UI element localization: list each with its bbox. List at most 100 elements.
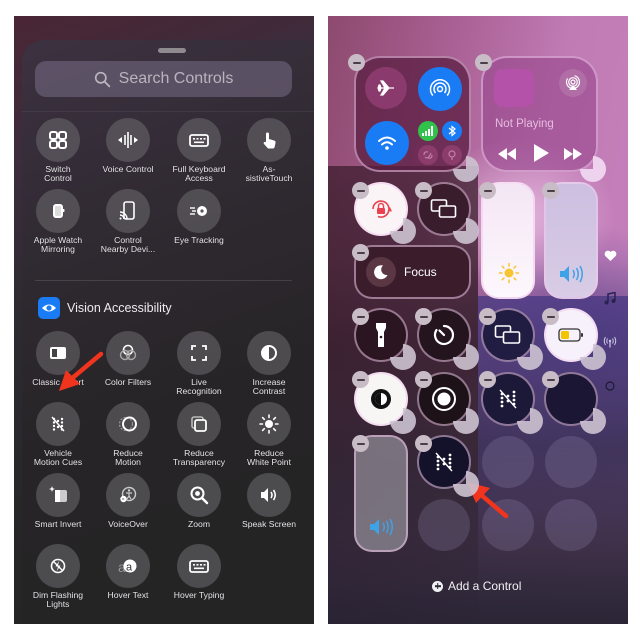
remove-control-button[interactable] bbox=[479, 308, 496, 325]
control-label: Apple Watch Mirroring bbox=[33, 235, 83, 254]
flashlight-icon bbox=[376, 323, 386, 347]
volume-slider-large[interactable] bbox=[354, 435, 408, 552]
fast-forward-icon bbox=[564, 148, 582, 160]
control-reduce-motion[interactable]: Reduce Motion bbox=[93, 402, 163, 467]
control-increase-contrast[interactable]: Increase Contrast bbox=[234, 331, 304, 396]
hover-typing-icon bbox=[189, 560, 209, 573]
control-circle bbox=[177, 189, 221, 233]
control-voice-control[interactable]: Voice Control bbox=[93, 118, 163, 174]
volume-slider[interactable] bbox=[544, 182, 598, 299]
remove-control-button[interactable] bbox=[542, 182, 559, 199]
airdrop-toggle[interactable] bbox=[418, 67, 462, 111]
control-vehicle-motion-cues[interactable]: Vehicle Motion Cues bbox=[23, 402, 93, 467]
page-indicator-connectivity[interactable] bbox=[602, 334, 618, 350]
section-header-vision-accessibility: Vision Accessibility bbox=[38, 297, 172, 319]
bluetooth-toggle[interactable] bbox=[442, 121, 462, 141]
control-voiceover[interactable]: VoiceOver bbox=[93, 473, 163, 529]
screen-mirroring-icon bbox=[494, 325, 521, 344]
remove-control-button[interactable] bbox=[415, 182, 432, 199]
empty-slot[interactable] bbox=[482, 436, 534, 488]
control-zoom[interactable]: Zoom bbox=[164, 473, 234, 529]
control-hover-text[interactable]: aa Hover Text bbox=[93, 544, 163, 600]
remove-control-button[interactable] bbox=[415, 371, 432, 388]
remove-control-button[interactable] bbox=[352, 371, 369, 388]
remove-control-button[interactable] bbox=[542, 308, 559, 325]
personal-hotspot-toggle[interactable] bbox=[442, 145, 462, 165]
remove-control-button[interactable] bbox=[415, 308, 432, 325]
add-control-label: Add a Control bbox=[448, 579, 522, 593]
control-label: Color Filters bbox=[104, 377, 152, 387]
previous-track-button[interactable] bbox=[497, 146, 517, 162]
classic-invert-icon bbox=[50, 347, 66, 359]
remove-control-button[interactable] bbox=[352, 435, 369, 452]
add-control-button[interactable]: Add a Control bbox=[432, 579, 521, 593]
page-indicator-empty[interactable] bbox=[602, 378, 618, 394]
vpn-toggle[interactable] bbox=[418, 145, 438, 165]
control-eye-tracking[interactable]: Eye Tracking bbox=[164, 189, 234, 245]
empty-slot[interactable] bbox=[545, 436, 597, 488]
remove-control-button[interactable] bbox=[352, 308, 369, 325]
now-playing-group[interactable]: Not Playing bbox=[481, 56, 598, 172]
empty-slot[interactable] bbox=[545, 499, 597, 551]
zoom-icon bbox=[190, 486, 209, 505]
control-apple-watch-mirroring[interactable]: Apple Watch Mirroring bbox=[23, 189, 93, 254]
control-circle: aa bbox=[106, 544, 150, 588]
control-dim-flashing-lights[interactable]: Dim Flashing Lights bbox=[23, 544, 93, 609]
empty-slot[interactable] bbox=[482, 499, 534, 551]
control-smart-invert[interactable]: Smart Invert bbox=[23, 473, 93, 529]
brightness-slider[interactable] bbox=[481, 182, 535, 299]
control-reduce-white-point[interactable]: Reduce White Point bbox=[234, 402, 304, 467]
heart-icon bbox=[604, 250, 616, 261]
control-color-filters[interactable]: Color Filters bbox=[93, 331, 163, 387]
control-circle bbox=[36, 118, 80, 162]
control-label: Hover Text bbox=[107, 590, 149, 600]
remove-control-button[interactable] bbox=[542, 371, 559, 388]
circle-icon bbox=[605, 381, 615, 391]
airplane-mode-toggle[interactable] bbox=[365, 67, 407, 109]
control-reduce-transparency[interactable]: Reduce Transparency bbox=[164, 402, 234, 467]
speak-screen-icon bbox=[261, 488, 277, 502]
focus-tile[interactable]: Focus bbox=[354, 245, 471, 299]
search-controls-input[interactable]: Search Controls bbox=[35, 61, 292, 97]
control-speak-screen[interactable]: Speak Screen bbox=[234, 473, 304, 529]
page-indicator-favorites[interactable] bbox=[602, 248, 618, 264]
page-indicator-music[interactable] bbox=[602, 290, 618, 306]
album-artwork bbox=[494, 69, 534, 107]
control-circle bbox=[106, 473, 150, 517]
control-circle bbox=[177, 118, 221, 162]
play-button[interactable] bbox=[531, 143, 551, 163]
cellular-toggle[interactable] bbox=[418, 121, 438, 141]
remove-control-button[interactable] bbox=[352, 182, 369, 199]
control-live-recognition[interactable]: Live Recognition bbox=[164, 331, 234, 396]
wifi-toggle[interactable] bbox=[365, 121, 409, 165]
remove-control-button[interactable] bbox=[352, 244, 369, 261]
remove-control-button[interactable] bbox=[415, 435, 432, 452]
dim-flashing-lights-icon bbox=[50, 558, 66, 574]
control-label: Speak Screen bbox=[242, 519, 296, 529]
remove-control-button[interactable] bbox=[348, 54, 365, 71]
remove-control-button[interactable] bbox=[479, 371, 496, 388]
control-label: Reduce Transparency bbox=[172, 448, 226, 467]
control-label: Control Nearby Devi... bbox=[100, 235, 156, 254]
connectivity-group[interactable] bbox=[354, 56, 471, 172]
focus-icon-circle bbox=[366, 257, 396, 287]
control-full-keyboard-access[interactable]: Full Keyboard Access bbox=[164, 118, 234, 183]
empty-slot[interactable] bbox=[418, 499, 470, 551]
switch-control-icon bbox=[49, 131, 67, 149]
airplay-button[interactable] bbox=[559, 69, 587, 97]
control-circle bbox=[247, 402, 291, 446]
volume-icon bbox=[370, 518, 393, 536]
dark-mode-icon bbox=[371, 389, 391, 409]
hotspot-icon bbox=[448, 150, 456, 160]
next-track-button[interactable] bbox=[563, 146, 583, 162]
sheet-grabber[interactable] bbox=[158, 48, 186, 53]
control-label: Reduce White Point bbox=[247, 448, 291, 467]
control-nearby-devices[interactable]: Control Nearby Devi... bbox=[93, 189, 163, 254]
control-hover-typing[interactable]: Hover Typing bbox=[164, 544, 234, 600]
reduce-white-point-icon bbox=[259, 414, 279, 434]
remove-control-button[interactable] bbox=[475, 54, 492, 71]
control-switch-control[interactable]: Switch Control bbox=[23, 118, 93, 183]
remove-control-button[interactable] bbox=[479, 182, 496, 199]
control-classic-invert[interactable]: Classic Invert bbox=[23, 331, 93, 387]
control-assistivetouch[interactable]: As- sistiveTouch bbox=[234, 118, 304, 183]
